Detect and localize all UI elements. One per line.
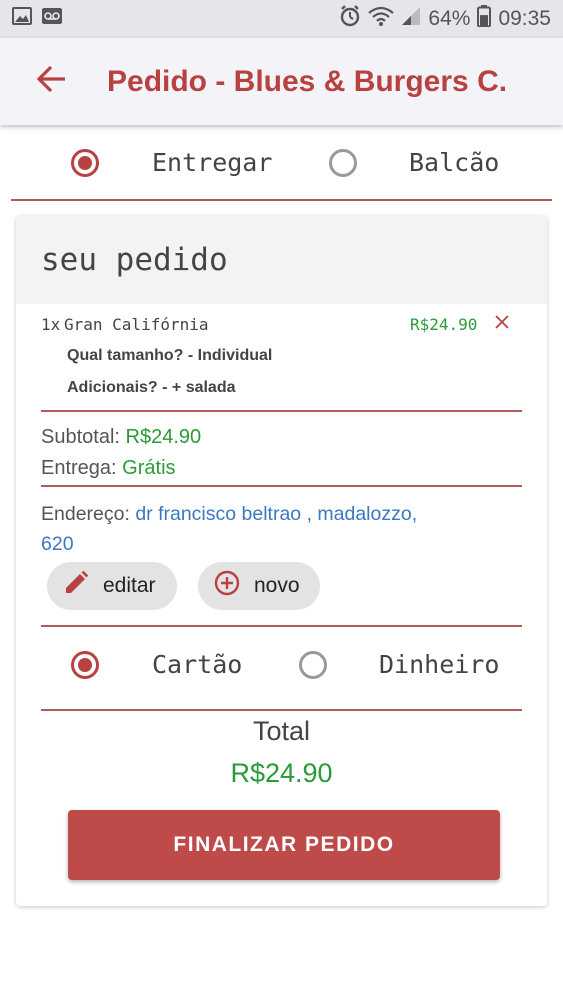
new-address-button[interactable]: novo xyxy=(198,562,320,610)
signal-icon xyxy=(401,6,421,32)
address-line-1: dr francisco beltrao , madalozzo, xyxy=(135,503,418,525)
order-title: seu pedido xyxy=(41,242,228,278)
divider xyxy=(41,410,522,412)
new-label: novo xyxy=(254,574,300,597)
radio-cartao[interactable] xyxy=(71,650,99,679)
pencil-icon xyxy=(63,570,103,602)
delivery-option-balcao[interactable]: Balcão xyxy=(329,148,499,177)
radio-entregar[interactable] xyxy=(71,148,99,177)
subtotal-value: R$24.90 xyxy=(125,426,202,448)
radio-label-balcao[interactable]: Balcão xyxy=(409,148,499,177)
divider xyxy=(41,709,522,711)
finalize-order-button[interactable]: FINALIZAR PEDIDO xyxy=(68,810,500,880)
delivery-fee-label: Entrega: xyxy=(41,457,117,479)
address-block: Endereço: dr francisco beltrao , madaloz… xyxy=(41,499,461,559)
total-value: R$24.90 xyxy=(230,758,333,788)
item-name: Gran Califórnia xyxy=(64,315,209,334)
arrow-left-icon xyxy=(36,65,67,98)
status-bar: 64% 09:35 xyxy=(0,0,563,38)
add-circle-icon xyxy=(214,570,254,602)
item-option-extras: Adicionais? - + salada xyxy=(67,379,236,396)
item-price: R$24.90 xyxy=(410,315,478,334)
radio-label-dinheiro[interactable]: Dinheiro xyxy=(379,650,499,679)
subtotal-row: Subtotal: R$24.90 xyxy=(41,426,201,449)
payment-option-cartao[interactable]: Cartão xyxy=(71,650,242,679)
order-card: seu pedido 1x Gran Califórnia R$24.90 Qu… xyxy=(16,216,547,906)
voicemail-icon xyxy=(41,7,63,31)
clock-time: 09:35 xyxy=(498,7,551,30)
radio-label-entregar[interactable]: Entregar xyxy=(152,148,272,177)
app-bar: Pedido - Blues & Burgers C... xyxy=(0,38,563,125)
divider xyxy=(41,625,522,627)
page-title: Pedido - Blues & Burgers C... xyxy=(107,64,507,98)
battery-icon xyxy=(477,5,492,33)
radio-dinheiro[interactable] xyxy=(299,650,327,679)
edit-address-button[interactable]: editar xyxy=(47,562,177,610)
delivery-fee-row: Entrega: Grátis xyxy=(41,457,176,480)
subtotal-label: Subtotal: xyxy=(41,426,120,448)
divider xyxy=(41,485,522,487)
payment-option-dinheiro[interactable]: Dinheiro xyxy=(299,650,499,679)
close-icon xyxy=(495,315,509,333)
image-icon xyxy=(12,7,32,31)
delivery-option-entregar[interactable]: Entregar xyxy=(71,148,272,177)
radio-balcao[interactable] xyxy=(329,148,357,177)
address-line-2: 620 xyxy=(41,533,74,555)
delivery-fee-value: Grátis xyxy=(122,457,176,479)
battery-percentage: 64% xyxy=(428,7,471,30)
address-label: Endereço: xyxy=(41,503,130,525)
alarm-icon xyxy=(339,5,361,33)
divider xyxy=(11,199,552,201)
edit-label: editar xyxy=(103,574,156,597)
wifi-icon xyxy=(368,6,395,32)
item-quantity: 1x xyxy=(41,315,61,334)
item-option-size: Qual tamanho? - Individual xyxy=(67,347,273,364)
order-card-header: seu pedido xyxy=(16,216,547,304)
remove-item-button[interactable] xyxy=(495,315,515,335)
radio-label-cartao[interactable]: Cartão xyxy=(152,650,242,679)
back-button[interactable] xyxy=(22,52,82,112)
total-label: Total xyxy=(252,716,311,746)
